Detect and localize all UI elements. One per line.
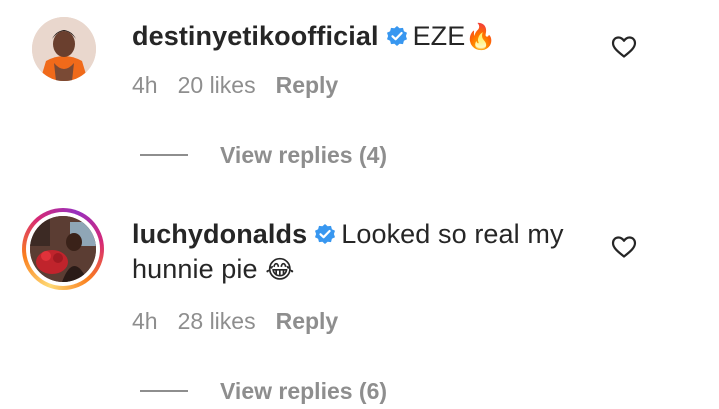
comment-body: luchydonalds Looked so real my hunnie pie … (132, 217, 602, 287)
comment-meta: 4h 28 likes Reply (132, 308, 358, 335)
comment-text-line1: Looked so real my (341, 219, 564, 249)
reply-button[interactable]: Reply (276, 308, 339, 334)
comment-text-line2: hunnie pie (132, 254, 258, 284)
avatar[interactable] (30, 216, 96, 282)
heart-outline-icon[interactable] (611, 235, 637, 259)
avatar-story-ring[interactable] (22, 208, 104, 290)
comment-likes[interactable]: 28 likes (178, 308, 256, 334)
view-replies-button[interactable]: View replies (6) (220, 378, 387, 405)
comment-time: 4h (132, 308, 158, 334)
replies-divider (140, 390, 188, 392)
comment-username[interactable]: luchydonalds (132, 219, 307, 249)
comment-luchydonalds: luchydonalds Looked so real my hunnie pie … (0, 0, 719, 409)
verified-badge-icon (313, 220, 337, 244)
tears-of-joy-emoji: 😂 (265, 255, 295, 284)
